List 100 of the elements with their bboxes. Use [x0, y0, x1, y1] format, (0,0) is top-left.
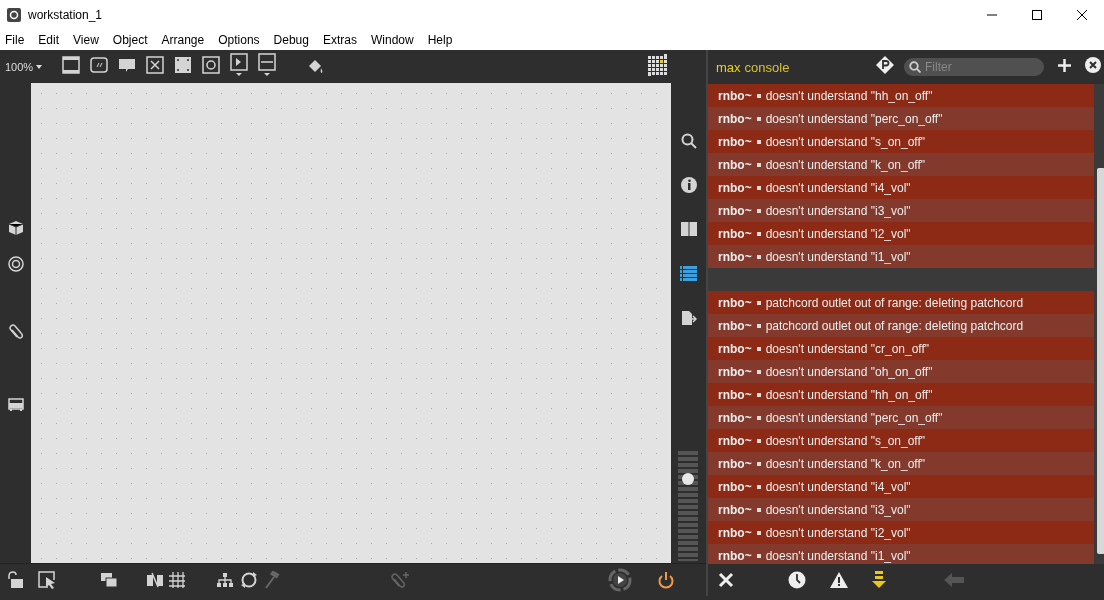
- message-source: rnbo~: [718, 525, 752, 540]
- windows-icon[interactable]: [100, 572, 118, 589]
- grid-icon[interactable]: [648, 53, 668, 76]
- menu-item[interactable]: Extras: [321, 33, 362, 47]
- console-message[interactable]: rnbo~ doesn't understand "i2_vol": [708, 521, 1094, 544]
- console-message[interactable]: rnbo~ doesn't understand "i4_vol": [708, 475, 1094, 498]
- bullet-icon: [756, 346, 761, 351]
- menu-item[interactable]: Options: [217, 33, 265, 47]
- console-message[interactable]: rnbo~ doesn't understand "i1_vol": [708, 245, 1094, 268]
- message-text: doesn't understand "cr_on_off": [765, 341, 930, 356]
- info-icon[interactable]: [680, 177, 697, 194]
- message-source: rnbo~: [718, 203, 752, 218]
- message-text: doesn't understand "i3_vol": [765, 502, 911, 517]
- console-message[interactable]: rnbo~ doesn't understand "i1_vol": [708, 544, 1094, 564]
- console-message[interactable]: rnbo~ doesn't understand "s_on_off": [708, 429, 1094, 452]
- unlock-icon[interactable]: [6, 571, 24, 590]
- menu-item[interactable]: Debug: [272, 33, 314, 47]
- message-text: doesn't understand "s_on_off": [765, 433, 926, 448]
- console-message[interactable]: rnbo~ patchcord outlet out of range: deleting patchcord: [708, 291, 1094, 314]
- menu-item[interactable]: Arrange: [160, 33, 210, 47]
- console-message[interactable]: rnbo~ doesn't understand "i2_vol": [708, 222, 1094, 245]
- console-title: console: [744, 59, 790, 75]
- message-text: doesn't understand "hh_on_off": [765, 387, 933, 402]
- console-message[interactable]: rnbo~ doesn't understand "s_on_off": [708, 130, 1094, 153]
- clear-icon[interactable]: [718, 572, 734, 588]
- message-source: rnbo~: [718, 387, 752, 402]
- console-message[interactable]: rnbo~ doesn't understand "oh_on_off": [708, 360, 1094, 383]
- bullet-icon: [756, 415, 761, 420]
- message-source: rnbo~: [718, 134, 752, 149]
- console-message[interactable]: rnbo~ patchcord outlet out of range: deleting patchcord: [708, 314, 1094, 337]
- menu-item[interactable]: Object: [111, 33, 153, 47]
- menu-item[interactable]: Edit: [37, 33, 65, 47]
- bullet-icon: [756, 438, 761, 443]
- bullet-icon: [756, 484, 761, 489]
- menu-item[interactable]: File: [4, 33, 30, 47]
- cube-icon[interactable]: [7, 220, 24, 237]
- bullet-icon: [756, 323, 761, 328]
- clock-icon[interactable]: [788, 571, 806, 589]
- target-icon[interactable]: [7, 256, 24, 273]
- search-icon[interactable]: [680, 133, 697, 150]
- presentation-mode-icon[interactable]: [38, 571, 56, 590]
- bullet-icon: [756, 208, 761, 213]
- scroll-down-icon[interactable]: [872, 571, 886, 589]
- refresh-icon[interactable]: [240, 571, 258, 590]
- message-box-icon[interactable]: [90, 55, 109, 74]
- bullet-icon: [756, 93, 761, 98]
- message-text: doesn't understand "i2_vol": [765, 226, 911, 241]
- close-icon[interactable]: [1076, 9, 1088, 21]
- search-icon: [909, 61, 921, 73]
- message-source: rnbo~: [718, 111, 752, 126]
- message-source: rnbo~: [718, 502, 752, 517]
- play-box-icon[interactable]: [230, 52, 249, 77]
- menu-item[interactable]: Window: [369, 33, 419, 47]
- play-circle-icon[interactable]: [608, 568, 632, 593]
- power-icon[interactable]: [658, 571, 674, 590]
- diamond-p-icon[interactable]: [876, 56, 894, 74]
- console-message[interactable]: rnbo~ doesn't understand "i3_vol": [708, 498, 1094, 521]
- bullet-icon: [756, 507, 761, 512]
- console-message[interactable]: rnbo~ doesn't understand "k_on_off": [708, 452, 1094, 475]
- message-source: rnbo~: [718, 180, 752, 195]
- console-message[interactable]: rnbo~ doesn't understand "hh_on_off": [708, 383, 1094, 406]
- slider-thumb[interactable]: [682, 473, 694, 485]
- hierarchy-icon[interactable]: [216, 572, 234, 589]
- message-source: rnbo~: [718, 410, 752, 425]
- export-document-icon[interactable]: [680, 310, 697, 327]
- grid-lines-icon[interactable]: [168, 571, 186, 590]
- console-message[interactable]: rnbo~ doesn't understand "cr_on_off": [708, 337, 1094, 360]
- warning-icon[interactable]: [830, 572, 848, 588]
- bullet-icon: [756, 300, 761, 305]
- list-icon[interactable]: [680, 266, 697, 282]
- message-source: rnbo~: [718, 295, 752, 310]
- console-message[interactable]: rnbo~ doesn't understand "perc_on_off": [708, 406, 1094, 429]
- menu-item[interactable]: Help: [426, 33, 458, 47]
- console-message[interactable]: rnbo~ doesn't understand "i3_vol": [708, 199, 1094, 222]
- console-message[interactable]: rnbo~ doesn't understand "k_on_off": [708, 153, 1094, 176]
- gain-slider[interactable]: [678, 451, 698, 562]
- message-text: doesn't understand "i2_vol": [765, 525, 911, 540]
- add-icon[interactable]: [1058, 59, 1071, 72]
- toggle-icon[interactable]: [146, 55, 165, 74]
- book-icon[interactable]: [680, 222, 697, 237]
- message-text: doesn't understand "i4_vol": [765, 180, 911, 195]
- scrollbar-thumb[interactable]: [1097, 168, 1104, 554]
- hammer-icon[interactable]: [264, 571, 280, 590]
- slider-box-icon[interactable]: [258, 52, 277, 77]
- message-source: rnbo~: [718, 226, 752, 241]
- tray-icon[interactable]: [7, 398, 24, 413]
- message-text: doesn't understand "k_on_off": [765, 157, 926, 172]
- console-message[interactable]: rnbo~ doesn't understand "hh_on_off": [708, 84, 1094, 107]
- object-box-icon[interactable]: [62, 55, 81, 74]
- menu-item[interactable]: View: [72, 33, 104, 47]
- clear-filter-icon[interactable]: [1085, 57, 1101, 73]
- maximize-icon[interactable]: [1031, 9, 1043, 21]
- message-source: rnbo~: [718, 456, 752, 471]
- message-text: doesn't understand "i1_vol": [765, 548, 911, 563]
- zoom-dropdown[interactable]: 100%: [5, 60, 43, 73]
- console-message[interactable]: rnbo~ doesn't understand "i4_vol": [708, 176, 1094, 199]
- console-message[interactable]: rnbo~ doesn't understand "perc_on_off": [708, 107, 1094, 130]
- add-attachment-icon[interactable]: [390, 571, 410, 590]
- filter-field[interactable]: Filter: [904, 58, 1044, 76]
- bullet-icon: [756, 185, 761, 190]
